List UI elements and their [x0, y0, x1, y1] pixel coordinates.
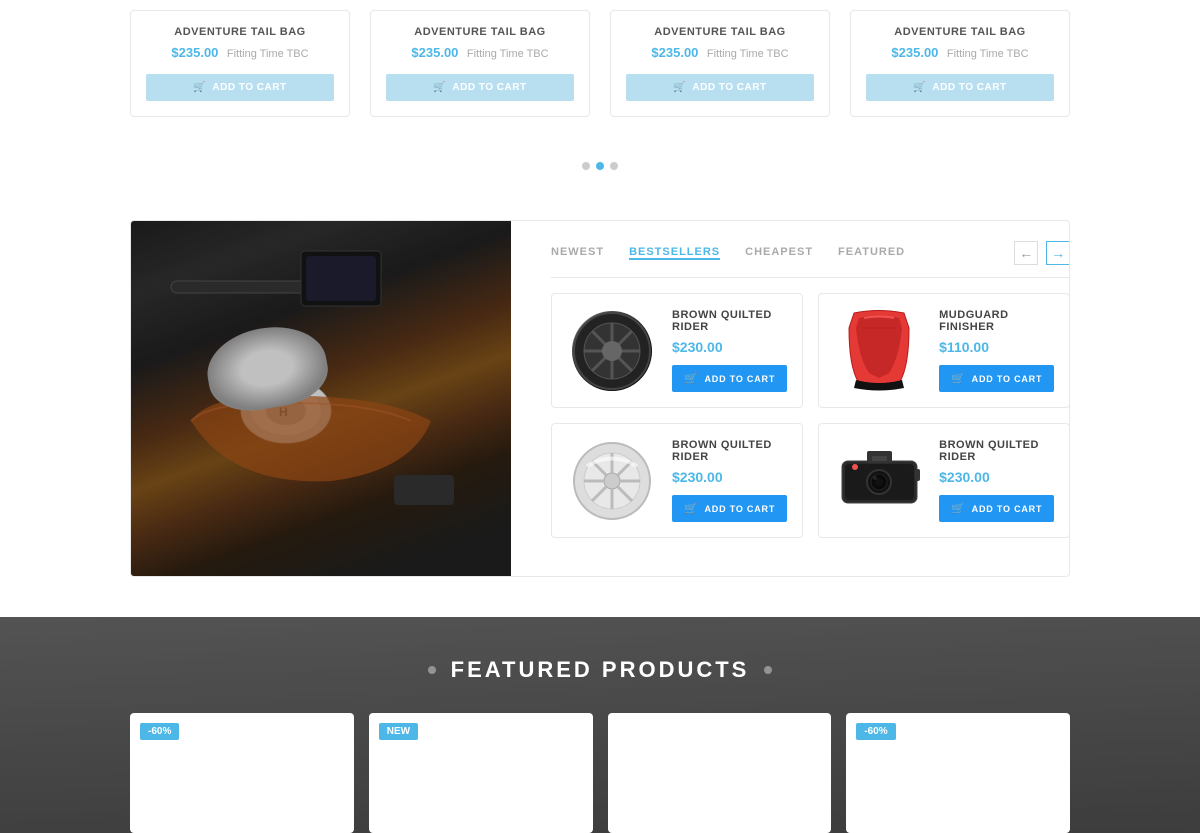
featured-products-title: FEATURED PRODUCTS	[451, 657, 750, 683]
tab-next-button[interactable]: →	[1046, 241, 1070, 265]
featured-card-3	[608, 713, 832, 833]
top-card-4-price: $235.00	[891, 45, 938, 60]
middle-section: H NEWEST BESTSELLERS CHEAPEST FEATURED ←…	[0, 200, 1200, 617]
cart-icon: 🛒	[193, 82, 206, 93]
top-product-strip: ADVENTURE TAIL BAG $235.00 Fitting Time …	[0, 0, 1200, 147]
top-card-2-add-to-cart[interactable]: 🛒 ADD TO CART	[386, 74, 574, 101]
featured-card-2: NEW	[369, 713, 593, 833]
top-card-1: ADVENTURE TAIL BAG $235.00 Fitting Time …	[130, 10, 350, 117]
product-card-1: BROWN QUILTED RIDER $230.00 🛒 ADD TO CAR…	[551, 293, 803, 408]
featured-cards-row: -60% NEW -60%	[130, 713, 1070, 833]
middle-inner: H NEWEST BESTSELLERS CHEAPEST FEATURED ←…	[130, 220, 1070, 577]
product-1-price: $230.00	[672, 339, 787, 355]
tab-newest[interactable]: NEWEST	[551, 246, 604, 260]
product-3-price: $230.00	[672, 469, 787, 485]
product-4-add-to-cart[interactable]: 🛒 ADD TO CART	[939, 495, 1054, 522]
top-card-3-title: ADVENTURE TAIL BAG	[626, 26, 814, 38]
product-1-add-to-cart[interactable]: 🛒 ADD TO CART	[672, 365, 787, 392]
product-card-4: BROWN QUILTED RIDER $230.00 🛒 ADD TO CAR…	[818, 423, 1070, 538]
featured-section: FEATURED PRODUCTS -60% NEW -60%	[0, 617, 1200, 833]
product-2-info: MUDGUARD FINISHER $110.00 🛒 ADD TO CART	[939, 309, 1054, 392]
seat-svg	[844, 308, 914, 393]
top-card-2-title: ADVENTURE TAIL BAG	[386, 26, 574, 38]
product-grid: BROWN QUILTED RIDER $230.00 🛒 ADD TO CAR…	[551, 293, 1070, 538]
motorcycle-image: H	[131, 221, 511, 576]
top-card-3-price: $235.00	[651, 45, 698, 60]
top-card-1-fitting: Fitting Time TBC	[227, 48, 309, 60]
product-3-add-to-cart[interactable]: 🛒 ADD TO CART	[672, 495, 787, 522]
top-card-4-fitting: Fitting Time TBC	[947, 48, 1029, 60]
top-card-2-fitting: Fitting Time TBC	[467, 48, 549, 60]
product-3-image-wrap	[567, 441, 657, 521]
top-card-1-add-to-cart[interactable]: 🛒 ADD TO CART	[146, 74, 334, 101]
featured-card-1-badge: -60%	[140, 723, 179, 740]
product-card-2: MUDGUARD FINISHER $110.00 🛒 ADD TO CART	[818, 293, 1070, 408]
cart-icon-2: 🛒	[951, 372, 966, 385]
tab-navigation: ← →	[1014, 241, 1070, 265]
product-4-image-wrap	[834, 441, 924, 521]
carousel-dots	[0, 147, 1200, 200]
wheel-dark-svg	[572, 311, 652, 391]
product-tabs: NEWEST BESTSELLERS CHEAPEST FEATURED ← →	[551, 241, 1070, 278]
top-card-3-fitting: Fitting Time TBC	[707, 48, 789, 60]
wheel-silver-svg	[572, 441, 652, 521]
featured-card-4: -60%	[846, 713, 1070, 833]
product-3-info: BROWN QUILTED RIDER $230.00 🛒 ADD TO CAR…	[672, 439, 787, 522]
featured-dot-left	[428, 666, 436, 674]
top-card-4-title: ADVENTURE TAIL BAG	[866, 26, 1054, 38]
product-4-name: BROWN QUILTED RIDER	[939, 439, 1054, 463]
product-2-add-to-cart[interactable]: 🛒 ADD TO CART	[939, 365, 1054, 392]
top-card-3-add-to-cart[interactable]: 🛒 ADD TO CART	[626, 74, 814, 101]
featured-card-4-badge: -60%	[856, 723, 895, 740]
cart-icon: 🛒	[913, 82, 926, 93]
cart-icon-1: 🛒	[684, 372, 699, 385]
moto-svg: H	[131, 221, 511, 576]
product-2-price: $110.00	[939, 339, 1054, 355]
tab-bestsellers[interactable]: BESTSELLERS	[629, 246, 720, 260]
dot-1[interactable]	[582, 162, 590, 170]
product-1-wheel-dark	[572, 311, 652, 391]
product-2-name: MUDGUARD FINISHER	[939, 309, 1054, 333]
top-card-2: ADVENTURE TAIL BAG $235.00 Fitting Time …	[370, 10, 590, 117]
product-1-image-wrap	[567, 311, 657, 391]
dashcam-svg	[837, 451, 922, 511]
tab-featured[interactable]: FEATURED	[838, 246, 905, 260]
dot-2[interactable]	[596, 162, 604, 170]
cart-icon-4: 🛒	[951, 502, 966, 515]
product-4-price: $230.00	[939, 469, 1054, 485]
product-card-3: BROWN QUILTED RIDER $230.00 🛒 ADD TO CAR…	[551, 423, 803, 538]
featured-card-1: -60%	[130, 713, 354, 833]
top-card-1-title: ADVENTURE TAIL BAG	[146, 26, 334, 38]
tab-prev-button[interactable]: ←	[1014, 241, 1038, 265]
cart-icon-3: 🛒	[684, 502, 699, 515]
tab-cheapest[interactable]: CHEAPEST	[745, 246, 813, 260]
product-1-name: BROWN QUILTED RIDER	[672, 309, 787, 333]
cart-icon: 🛒	[433, 82, 446, 93]
top-card-3: ADVENTURE TAIL BAG $235.00 Fitting Time …	[610, 10, 830, 117]
top-card-1-price: $235.00	[171, 45, 218, 60]
featured-dot-right	[764, 666, 772, 674]
product-1-info: BROWN QUILTED RIDER $230.00 🛒 ADD TO CAR…	[672, 309, 787, 392]
moto-photo: H	[131, 221, 511, 576]
product-4-info: BROWN QUILTED RIDER $230.00 🛒 ADD TO CAR…	[939, 439, 1054, 522]
featured-card-2-badge: NEW	[379, 723, 418, 740]
product-2-image-wrap	[834, 311, 924, 391]
featured-title-area: FEATURED PRODUCTS	[130, 657, 1070, 683]
product-3-name: BROWN QUILTED RIDER	[672, 439, 787, 463]
cart-icon: 🛒	[673, 82, 686, 93]
right-content: NEWEST BESTSELLERS CHEAPEST FEATURED ← →	[531, 221, 1070, 576]
top-card-4-add-to-cart[interactable]: 🛒 ADD TO CART	[866, 74, 1054, 101]
top-card-2-price: $235.00	[411, 45, 458, 60]
top-card-4: ADVENTURE TAIL BAG $235.00 Fitting Time …	[850, 10, 1070, 117]
dot-3[interactable]	[610, 162, 618, 170]
